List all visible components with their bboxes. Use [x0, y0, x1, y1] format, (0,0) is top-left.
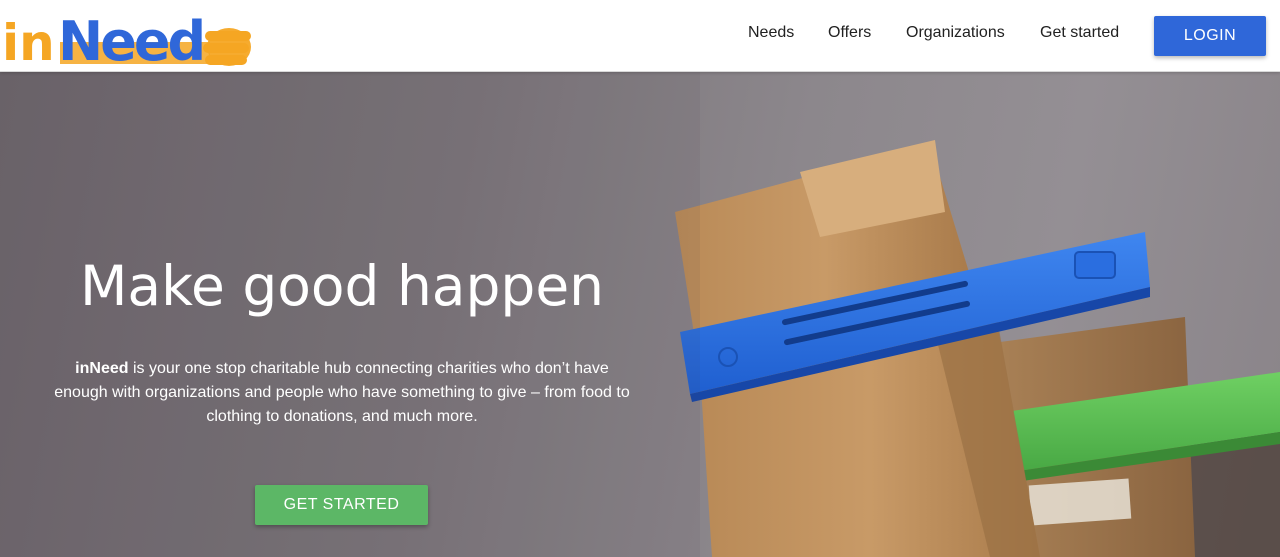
login-button[interactable]: LOGIN [1154, 16, 1266, 56]
get-started-button[interactable]: GET STARTED [255, 485, 428, 525]
hero-description: inNeed is your one stop charitable hub c… [50, 357, 634, 429]
site-header: in Need Needs Offers Organizations Get s… [0, 0, 1280, 72]
hero-description-text: is your one stop charitable hub connecti… [54, 360, 630, 425]
svg-text:Need: Need [58, 10, 203, 72]
svg-text:in: in [2, 14, 55, 72]
hero-title: Make good happen [79, 254, 605, 318]
hero-description-brand: inNeed [75, 360, 129, 377]
nav-organizations[interactable]: Organizations [906, 24, 1005, 42]
hero-section: Make good happen inNeed is your one stop… [0, 72, 1280, 557]
inneed-logo[interactable]: in Need [0, 0, 260, 72]
nav-offers[interactable]: Offers [828, 24, 871, 42]
nav-needs[interactable]: Needs [748, 24, 794, 42]
nav-get-started[interactable]: Get started [1040, 24, 1119, 42]
logo-image: in Need [2, 10, 251, 72]
